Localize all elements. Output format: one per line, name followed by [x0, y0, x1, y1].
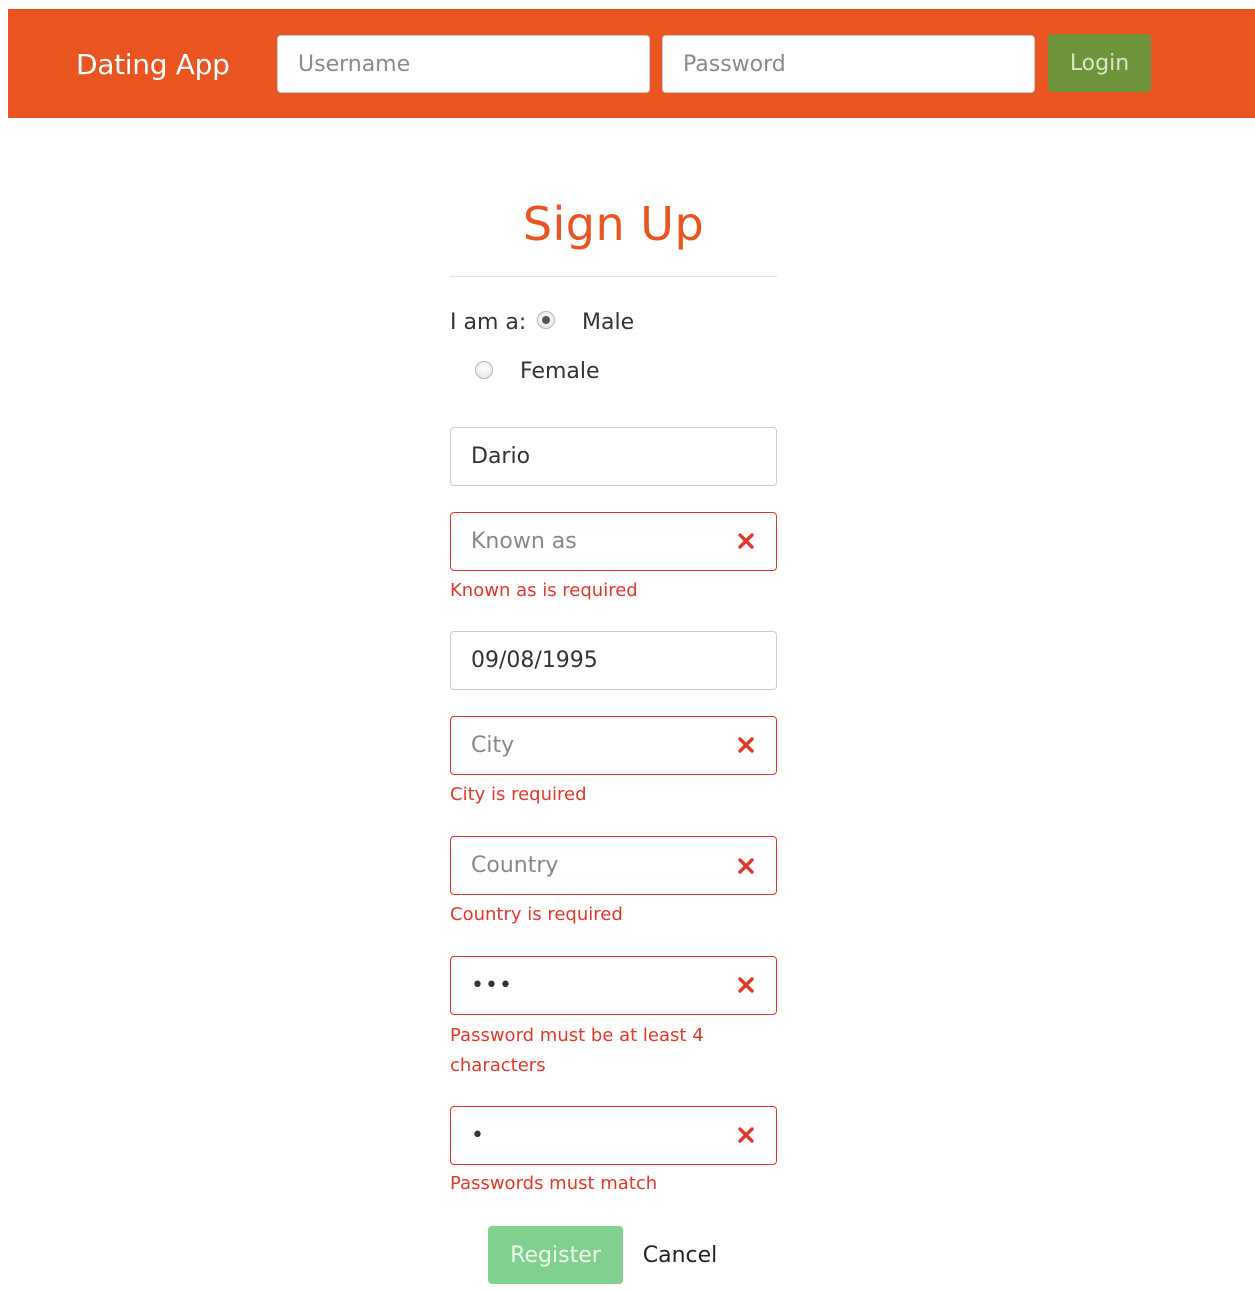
password-error: Password must be at least 4 characters	[450, 1025, 704, 1076]
country-error: Country is required	[450, 904, 623, 925]
city-invalid-close-icon	[738, 737, 754, 753]
gender-female-label[interactable]: Female	[520, 357, 600, 387]
confirm-password-error: Passwords must match	[450, 1173, 658, 1194]
country-field[interactable]	[450, 836, 777, 895]
gender-female-radio[interactable]	[475, 361, 493, 379]
login-username-input[interactable]	[277, 35, 650, 93]
date-of-birth-field[interactable]	[450, 631, 777, 690]
password-invalid-close-icon	[738, 977, 754, 993]
gender-label: I am a:	[450, 310, 527, 335]
page-title: Sign Up	[522, 197, 705, 251]
country-invalid-close-icon	[738, 858, 754, 874]
title-divider	[450, 276, 777, 277]
gender-male-radio[interactable]	[537, 311, 555, 329]
confirm-password-field[interactable]	[450, 1106, 777, 1165]
confirm-password-invalid-close-icon	[738, 1127, 754, 1143]
city-error: City is required	[450, 784, 587, 805]
known-as-error: Known as is required	[450, 580, 638, 601]
gender-male-label[interactable]: Male	[582, 308, 634, 338]
login-password-input[interactable]	[662, 35, 1035, 93]
password-field[interactable]	[450, 956, 777, 1015]
login-button[interactable]: Login	[1048, 34, 1151, 92]
cancel-button[interactable]: Cancel	[630, 1226, 730, 1284]
navbar: Dating App Login	[8, 9, 1255, 118]
username-field[interactable]	[450, 427, 777, 486]
brand-link[interactable]: Dating App	[76, 45, 230, 85]
city-field[interactable]	[450, 716, 777, 775]
known-as-invalid-close-icon	[738, 533, 754, 549]
register-button[interactable]: Register	[488, 1226, 623, 1284]
known-as-field[interactable]	[450, 512, 777, 571]
